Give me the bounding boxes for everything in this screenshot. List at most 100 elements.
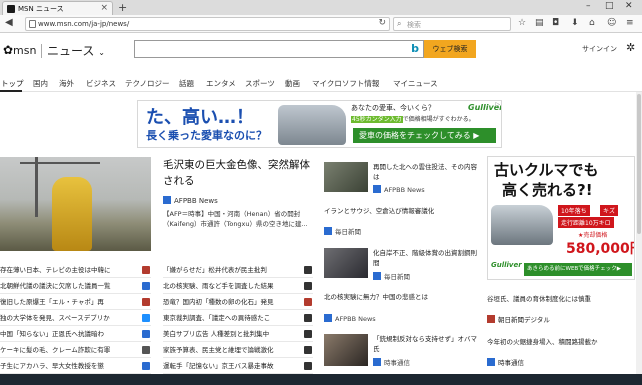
banner-ad[interactable]: た、高い…！ 長く乗った愛車なのに？ あなたの愛車、今いくら？ 45秒カンタン入… bbox=[137, 100, 502, 148]
story-source-label: AFPBB News bbox=[384, 186, 425, 194]
nav-item-video[interactable]: 動画 bbox=[285, 78, 300, 89]
bookmark-star-icon[interactable]: ☆ bbox=[518, 18, 526, 28]
msn-search-input[interactable]: b bbox=[134, 40, 424, 58]
sync-icon[interactable]: ☺ bbox=[607, 18, 616, 28]
gear-icon[interactable]: ✲ bbox=[626, 41, 635, 54]
ad-price: 580,000円 bbox=[566, 241, 634, 257]
nav-item-topics[interactable]: 話題 bbox=[179, 78, 194, 89]
divider bbox=[41, 44, 42, 58]
msn-logo[interactable]: msn bbox=[13, 44, 36, 57]
list-item[interactable]: 子生にアカハラ、早大女性教授を懲 bbox=[0, 358, 151, 374]
banner-text: あなたの愛車、今いくら？ bbox=[351, 104, 435, 112]
list-item[interactable]: 家族予算表、民主党と維埋で論戦激化 bbox=[163, 342, 313, 358]
ad-headline: 古いクルマでも bbox=[494, 161, 599, 179]
story-headline[interactable]: 「銃規制反対なら支持せず」オバマ氏 bbox=[373, 334, 478, 354]
list-item[interactable]: 運転手「記憶ない」京王バス暴走事故 bbox=[163, 358, 313, 374]
story-headline[interactable]: イランとサウジ、空倉込び情報審議化 bbox=[324, 206, 479, 216]
list-item[interactable]: 北の核実験、雨など手を調査した結果 bbox=[163, 278, 313, 294]
web-search-button[interactable]: ウェブ検索 bbox=[424, 40, 476, 58]
ad-choices-icon[interactable]: ▷ bbox=[495, 101, 500, 108]
story-headline[interactable]: 再開した北への雲住投法、その内容は bbox=[373, 162, 478, 182]
nav-item-entertainment[interactable]: エンタメ bbox=[206, 78, 236, 89]
list-item[interactable]: 恐竜？国内初「種数の卵の化石」発見 bbox=[163, 294, 313, 310]
story-headline[interactable]: 今年初の火鋸捷身場入、積闘路揚載か bbox=[487, 336, 598, 346]
story-source: 時事通信 bbox=[487, 357, 524, 367]
source-icon bbox=[142, 330, 150, 338]
ad-headline-2: 高く売れる?! bbox=[502, 181, 593, 199]
hero-image[interactable] bbox=[0, 157, 151, 251]
crane-arm bbox=[20, 162, 100, 164]
list-item[interactable]: 「嫌がらせだ」松井代表が民主批判 bbox=[163, 262, 313, 278]
reload-icon[interactable]: ↻ bbox=[378, 18, 386, 28]
download-icon[interactable]: ⬇ bbox=[571, 18, 579, 28]
nav-item-microsoft[interactable]: マイクロソフト情報 bbox=[312, 78, 379, 89]
side-ad[interactable]: 古いクルマでも 高く売れる?! 10年落ち キズ 走行距離10万キロ ★売却価格… bbox=[487, 156, 635, 280]
address-bar[interactable]: www.msn.com/ja-jp/news/ ↻ bbox=[25, 17, 390, 31]
back-arrow-icon[interactable]: ◀ bbox=[5, 17, 13, 28]
list-item[interactable]: 美白サプリ広告 人種差別と批判集中 bbox=[163, 326, 313, 342]
nav-item-technology[interactable]: テクノロジー bbox=[125, 78, 170, 89]
mainichi-icon bbox=[373, 272, 381, 280]
afp-icon bbox=[324, 314, 332, 322]
title-bar: MSN ニュース × + – □ ✕ bbox=[0, 0, 642, 15]
story-thumbnail[interactable] bbox=[324, 248, 368, 278]
msn-favicon-icon bbox=[7, 5, 15, 13]
nav-item-mynews[interactable]: マイニュース bbox=[393, 78, 438, 89]
minimize-button[interactable]: – bbox=[586, 1, 591, 11]
list-item[interactable]: ケーキに髪の毛、クレーム詐欺に有罪 bbox=[0, 342, 151, 358]
url-text: www.msn.com/ja-jp/news/ bbox=[38, 20, 130, 28]
nav-underline bbox=[0, 90, 642, 92]
story-source: 朝日新聞デジタル bbox=[487, 314, 550, 324]
page-info-icon[interactable] bbox=[29, 20, 36, 28]
list-item[interactable]: 北朝鮮代議の議決に欠席した議員一覧 bbox=[0, 278, 151, 294]
ad-badge: 走行距離10万キロ bbox=[558, 217, 614, 228]
afp-icon bbox=[373, 185, 381, 193]
hero-description[interactable]: 【AFP＝時事】中国・河南（Henan）省の開封（Kaifeng）市通許（Ton… bbox=[163, 209, 313, 229]
home-icon[interactable]: ⌂ bbox=[589, 18, 595, 28]
msn-butterfly-icon[interactable]: ✿ bbox=[3, 43, 13, 57]
menu-icon[interactable]: ≡ bbox=[626, 18, 634, 28]
story-headline[interactable]: 北の核実験に無力？中国の悲惑とは bbox=[324, 292, 479, 302]
vertical-scrollbar[interactable] bbox=[636, 92, 642, 374]
section-label: ニュース bbox=[47, 44, 95, 58]
reading-list-icon[interactable]: ▤ bbox=[535, 18, 544, 28]
nav-item-top[interactable]: トップ bbox=[1, 78, 24, 89]
nav-item-world[interactable]: 海外 bbox=[59, 78, 74, 89]
list-item[interactable]: 独の大学体を発見、スペースデブリか bbox=[0, 310, 151, 326]
list-item[interactable]: 東京裁判調査、「議定への異待感たこ bbox=[163, 310, 313, 326]
navigation-bar: ◀ www.msn.com/ja-jp/news/ ↻ ⌕ 検索 ☆ ▤ ◘ ⬇… bbox=[0, 15, 642, 33]
signin-link[interactable]: サインイン bbox=[582, 44, 617, 54]
maximize-button[interactable]: □ bbox=[605, 1, 614, 11]
tab-close-icon[interactable]: × bbox=[100, 3, 108, 13]
nav-item-business[interactable]: ビジネス bbox=[86, 78, 116, 89]
list-item-text: 「嫌がらせだ」松井代表が民主批判 bbox=[163, 266, 267, 274]
story-source-label: 毎日新聞 bbox=[384, 273, 410, 281]
nav-item-domestic[interactable]: 国内 bbox=[33, 78, 48, 89]
story-source-label: 毎日新聞 bbox=[335, 228, 361, 236]
hero-headline[interactable]: 毛沢東の巨大金色像、突然解体される bbox=[163, 157, 313, 189]
banner-cta-button[interactable]: 愛車の価格をチェックしてみる ▶ bbox=[353, 128, 496, 143]
new-tab-button[interactable]: + bbox=[118, 1, 127, 14]
section-title[interactable]: ニュース ⌄ bbox=[47, 42, 105, 59]
browser-tab[interactable]: MSN ニュース × bbox=[2, 1, 113, 15]
ad-cta-button[interactable]: あきらめる前にWEBで価格チェック▶ bbox=[524, 263, 632, 276]
story-source-label: 朝日新聞デジタル bbox=[498, 316, 550, 324]
story-headline[interactable]: 谷垣氏、議員の育休制度化には慎重 bbox=[487, 293, 591, 303]
story-thumbnail[interactable] bbox=[324, 334, 368, 366]
bing-icon: b bbox=[411, 42, 419, 55]
list-item[interactable]: 復旧した原爆王「エル・チャポ」再 bbox=[0, 294, 151, 310]
list-item[interactable]: 中国「知らない」正恩氏へ抗議暗わ bbox=[0, 326, 151, 342]
browser-search-box[interactable]: ⌕ 検索 bbox=[393, 17, 511, 31]
nav-item-sports[interactable]: スポーツ bbox=[245, 78, 275, 89]
story-thumbnail[interactable] bbox=[324, 162, 368, 192]
scrollbar-thumb[interactable] bbox=[637, 94, 641, 234]
list-item[interactable]: 存在薄い日本、テレビの主役は中韓に bbox=[0, 262, 151, 278]
pocket-icon[interactable]: ◘ bbox=[552, 18, 559, 28]
banner-subheadline: 長く乗った愛車なのに？ bbox=[146, 129, 267, 142]
banner-subtext: 45秒カンタン入力で価格相場がすぐわかる。 bbox=[351, 114, 475, 123]
list-item-text: ケーキに髪の毛、クレーム詐欺に有罪 bbox=[0, 346, 111, 354]
close-window-button[interactable]: ✕ bbox=[625, 1, 633, 11]
story-source-label: 時事通信 bbox=[498, 359, 524, 367]
chevron-down-icon: ⌄ bbox=[98, 48, 105, 57]
story-headline[interactable]: 化自岸不正、階級体賞の出資割鋼則間 bbox=[373, 248, 478, 268]
